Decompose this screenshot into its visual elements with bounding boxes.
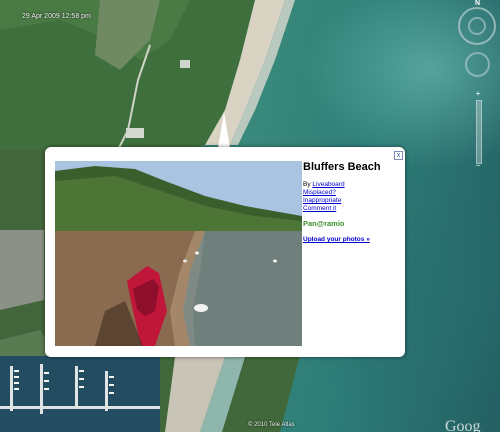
google-logo: Goog: [445, 418, 481, 432]
panoramio-logo[interactable]: Pan@ramio: [303, 219, 403, 228]
beach-photo-image: [55, 161, 302, 346]
map-datetime: 29 Apr 2009 12:58 pm: [22, 13, 91, 20]
map-copyright: © 2010 Tele Atlas: [248, 422, 295, 428]
look-joystick-icon[interactable]: [465, 52, 490, 77]
zoom-in-button[interactable]: +: [472, 90, 484, 98]
author-line: By Liveaboard: [303, 181, 403, 189]
photo-info: Bluffers Beach By Liveaboard Misplaced? …: [303, 161, 403, 243]
close-icon[interactable]: x: [394, 151, 403, 160]
comment-link[interactable]: Comment it: [303, 205, 336, 212]
by-label: By: [303, 181, 311, 188]
balloon-pointer: [218, 112, 230, 148]
beach-photo[interactable]: [55, 161, 302, 346]
upload-photos-link[interactable]: Upload your photos »: [303, 236, 403, 243]
zoom-out-button[interactable]: −: [472, 162, 484, 170]
photo-title: Bluffers Beach: [303, 161, 381, 173]
marina: [0, 356, 160, 432]
author-link[interactable]: Liveaboard: [312, 181, 344, 188]
zoom-slider[interactable]: [476, 100, 482, 164]
inappropriate-link[interactable]: Inappropriate: [303, 197, 341, 204]
misplaced-link[interactable]: Misplaced?: [303, 189, 336, 196]
photo-balloon: x Bluffers Beach By Liveaboard Misplaced…: [45, 147, 405, 357]
compass-ring-icon[interactable]: [458, 7, 496, 45]
north-indicator[interactable]: N: [475, 0, 480, 7]
